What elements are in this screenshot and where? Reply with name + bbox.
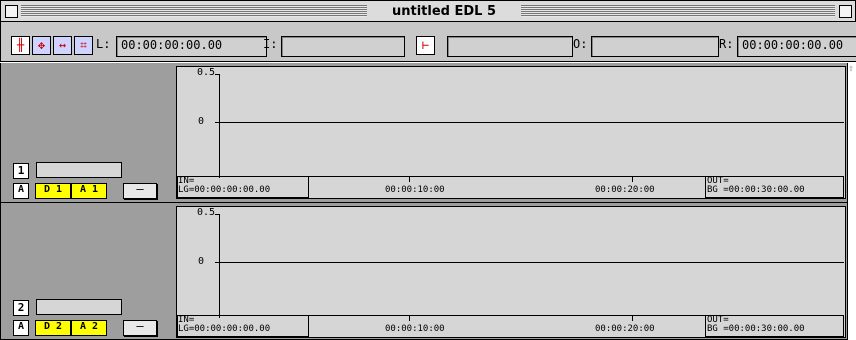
out-timecode: BG =00:00:30:00.00 — [707, 324, 805, 334]
track-1: 0.5 0 IN= LG=00:00:00:00.00 00:00:10:00 … — [0, 63, 848, 203]
time-label-10s: 00:00:10:00 — [385, 185, 445, 195]
track-number: 2 — [13, 300, 29, 316]
track-audio-chip[interactable]: A — [13, 320, 29, 336]
y-axis-top-label: 0.5 — [197, 67, 216, 78]
l-time-field[interactable]: 00:00:00:00.00 — [116, 36, 267, 57]
track-a-chip[interactable]: A 1 — [71, 183, 107, 199]
time-label-20s: 00:00:20:00 — [595, 185, 655, 195]
time-label-10s: 00:00:10:00 — [385, 324, 445, 334]
track-name-field[interactable] — [36, 162, 122, 178]
zero-line — [215, 122, 844, 123]
i-time-field[interactable] — [281, 36, 405, 57]
in-timecode: LG=00:00:00:00.00 — [178, 185, 271, 195]
track-name-field[interactable] — [36, 299, 122, 315]
stretch-tool-icon[interactable]: ↔ — [53, 36, 72, 55]
track-number: 1 — [13, 163, 29, 179]
close-box-icon[interactable] — [5, 5, 18, 18]
l-label: L: — [96, 37, 111, 51]
split-tool-icon[interactable]: ╫ — [11, 36, 30, 55]
track-d-chip[interactable]: D 2 — [35, 320, 71, 336]
y-tick — [215, 74, 220, 75]
zero-line — [215, 262, 844, 263]
time-tick — [409, 315, 410, 321]
o-label: O: — [573, 37, 588, 51]
toolbar: ╫ ✥ ↔ ⌗ L: 00:00:00:00.00 I: ⊢ O: R: 00:… — [0, 22, 856, 62]
marker-time-field[interactable] — [447, 36, 573, 57]
track-2: 0.5 0 IN= LG=00:00:00:00.00 00:00:10:00 … — [0, 203, 848, 340]
track-d-chip[interactable]: D 1 — [35, 183, 71, 199]
remove-track-button[interactable]: — — [123, 183, 157, 199]
track-2-graph[interactable]: 0.5 0 IN= LG=00:00:00:00.00 00:00:10:00 … — [176, 206, 846, 338]
remove-track-button[interactable]: — — [123, 320, 157, 336]
move-tool-icon[interactable]: ✥ — [32, 36, 51, 55]
y-axis-zero-label: 0 — [198, 116, 205, 127]
o-time-field[interactable] — [591, 36, 719, 57]
y-axis-top-label: 0.5 — [197, 207, 216, 218]
time-tick — [632, 315, 633, 321]
zoom-box-icon[interactable] — [839, 5, 852, 18]
marker-tool-icon[interactable]: ⊢ — [416, 36, 435, 55]
track-audio-chip[interactable]: A — [13, 183, 29, 199]
title-bar[interactable]: untitled EDL 5 — [0, 0, 856, 22]
r-label: R: — [719, 37, 734, 51]
y-axis — [219, 74, 220, 178]
time-tick — [632, 176, 633, 182]
in-timecode: LG=00:00:00:00.00 — [178, 324, 271, 334]
title-bar-stripes — [21, 5, 367, 17]
out-timecode: BG =00:00:30:00.00 — [707, 185, 805, 195]
time-tick — [409, 176, 410, 182]
y-tick — [215, 214, 220, 215]
r-time-field[interactable]: 00:00:00:00.00 — [737, 36, 856, 57]
grid-tool-icon[interactable]: ⌗ — [74, 36, 93, 55]
y-axis — [219, 214, 220, 318]
window-title: untitled EDL 5 — [369, 3, 519, 20]
track-1-graph[interactable]: 0.5 0 IN= LG=00:00:00:00.00 00:00:10:00 … — [176, 66, 846, 199]
y-axis-zero-label: 0 — [198, 256, 205, 267]
title-bar-stripes — [521, 5, 835, 17]
time-label-20s: 00:00:20:00 — [595, 324, 655, 334]
track-a-chip[interactable]: A 2 — [71, 320, 107, 336]
i-label: I: — [263, 37, 278, 51]
